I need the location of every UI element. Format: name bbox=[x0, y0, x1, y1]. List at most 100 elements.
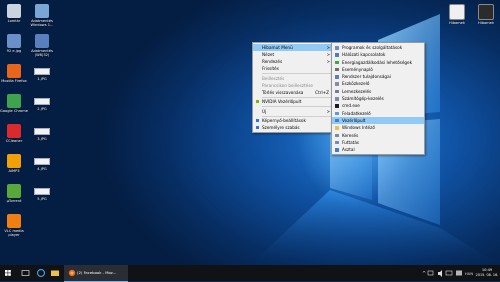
submenu-item-cmd-exe[interactable]: cmd.exe bbox=[332, 102, 424, 109]
desktop-icon-lomtar[interactable]: Lomtár bbox=[0, 4, 28, 23]
task-view-icon bbox=[21, 270, 30, 276]
menu-item-label: Rendszer tulajdonságai bbox=[342, 74, 391, 80]
desktop-icon-4-jpg[interactable]: 4.JPG bbox=[28, 154, 56, 171]
submenu-item-energiagazdalkodasi-lehetosegek[interactable]: Energiagazdálkodási lehetőségek bbox=[332, 59, 424, 66]
desktop-icon-hibamek-1[interactable]: Hibamek bbox=[443, 4, 471, 25]
desktop-icon-aimp3[interactable]: AIMP3 bbox=[0, 154, 28, 173]
submenu-item-eszkozkezelo[interactable]: Eszközkezelő bbox=[332, 80, 424, 87]
menu-item-icon bbox=[335, 60, 339, 65]
app-icon bbox=[35, 34, 49, 48]
menu-item-icon bbox=[335, 148, 339, 152]
menu-item-icon bbox=[335, 89, 339, 94]
submenu-item-kereses[interactable]: Keresés bbox=[332, 132, 424, 139]
jpg-file-icon bbox=[34, 158, 50, 165]
desktop-icon-label: 3.JPG bbox=[37, 137, 47, 141]
desktop-icon-ccleaner[interactable]: CCleaner bbox=[0, 124, 28, 143]
hibamut-submenu: Programok és szolgáltatások Hálózati kapc… bbox=[331, 42, 425, 156]
submenu-item-szamitogep-kezeles[interactable]: Számítógép-kezelés bbox=[332, 95, 424, 102]
desktop-icon-2-jpg[interactable]: 2.JPG bbox=[28, 94, 56, 111]
menu-separator bbox=[262, 106, 331, 107]
desktop-icon-torrent[interactable]: µTorrent bbox=[0, 184, 28, 203]
submenu-item-rendszer-tulajdonsagai[interactable]: Rendszer tulajdonságai bbox=[332, 73, 424, 80]
submenu-item-asztal[interactable]: Asztal bbox=[332, 146, 424, 153]
context-menu-item-frissites[interactable]: Frissítés bbox=[253, 65, 333, 72]
clock[interactable]: 10:49 2015. 08. 16. bbox=[474, 265, 500, 281]
menu-item-icon bbox=[335, 46, 339, 50]
context-menu-item-kepernyo-beallitasok[interactable]: Képernyő-beállítások bbox=[253, 117, 333, 124]
desktop-icon-label: µTorrent bbox=[6, 199, 22, 203]
desktop-icon-vlc-media-player[interactable]: VLC media player bbox=[0, 214, 28, 237]
desktop-icon-3-jpg[interactable]: 3.JPG bbox=[28, 124, 56, 141]
jpg-file-icon bbox=[34, 98, 50, 105]
desktop-icon-label: 92 e.jpg bbox=[6, 49, 22, 53]
menu-item-label: Személyre szabás bbox=[262, 125, 300, 131]
context-menu-item-nezet[interactable]: Nézet > bbox=[253, 51, 333, 58]
context-menu-item-nvidia-vezerlopult[interactable]: NVIDIA Vezérlőpult bbox=[253, 98, 333, 105]
submenu-item-futtatas[interactable]: Futtatás bbox=[332, 139, 424, 146]
submenu-item-vezerlopult[interactable]: Vezérlőpult bbox=[332, 116, 424, 125]
document-icon bbox=[449, 4, 465, 20]
desktop-icon-label: AIMP3 bbox=[8, 169, 20, 173]
menu-item-icon bbox=[335, 97, 339, 101]
wallpaper-floor-light bbox=[250, 190, 500, 265]
desktop-icon-hibamek-2[interactable]: Hibamek bbox=[472, 4, 500, 25]
desktop-icon-label: Hibamek bbox=[449, 21, 465, 25]
menu-item-label: Eseménynapló bbox=[342, 66, 373, 72]
context-menu-item-hibamut-menu[interactable]: Hibamut Menü > bbox=[253, 44, 333, 51]
app-icon bbox=[7, 4, 21, 18]
context-menu-item-rendezes[interactable]: Rendezés > bbox=[253, 58, 333, 65]
submenu-item-feladatkezelo[interactable]: Feladatkezelő bbox=[332, 110, 424, 117]
edge-icon bbox=[36, 268, 46, 278]
app-icon bbox=[7, 214, 21, 228]
taskbar-firefox-window[interactable]: (2) Facebook - Moz... bbox=[64, 265, 128, 282]
context-menu-item-parancsikon-beillesztese[interactable]: Parancsikon beillesztése bbox=[253, 82, 333, 89]
task-view-button[interactable] bbox=[20, 265, 32, 281]
menu-separator bbox=[262, 73, 331, 74]
menu-item-icon bbox=[335, 53, 339, 57]
menu-item-label: Törlés visszavonása bbox=[262, 89, 304, 95]
desktop: Lomtár Adatmentés Windows 1... 92 e.jpg Ada… bbox=[0, 0, 500, 265]
app-icon bbox=[7, 34, 21, 48]
app-icon bbox=[7, 184, 21, 198]
context-menu-item-beillesztes[interactable]: Beillesztés bbox=[253, 75, 333, 82]
chevron-right-icon: > bbox=[326, 45, 330, 50]
menu-item-label: Windows Intéző bbox=[342, 125, 375, 131]
app-icon bbox=[7, 154, 21, 168]
submenu-item-windows-intezo[interactable]: Windows Intéző bbox=[332, 124, 424, 131]
desktop-icon-adatmentes-w8-32[interactable]: Adatmentés (W8)32) bbox=[28, 34, 56, 57]
menu-item-label: Futtatás bbox=[342, 139, 360, 145]
desktop-icon-label: CCleaner bbox=[5, 139, 23, 143]
clock-date: 2015. 08. 16. bbox=[475, 272, 499, 277]
menu-item-label: Rendezés bbox=[262, 59, 283, 64]
menu-item-icon bbox=[335, 75, 339, 79]
desktop-icon-mozilla-firefox[interactable]: Mozilla Firefox bbox=[0, 64, 28, 83]
start-button[interactable] bbox=[0, 265, 16, 281]
submenu-item-esemenynaplo[interactable]: Eseménynapló bbox=[332, 66, 424, 73]
submenu-item-programok-es-szolgaltatasok[interactable]: Programok és szolgáltatások bbox=[332, 44, 424, 51]
desktop-icon-label: 1.JPG bbox=[37, 77, 47, 81]
context-menu-item-torles-visszavonasa[interactable]: Törlés visszavonása Ctrl+Z bbox=[253, 89, 333, 96]
menu-item-label: Parancsikon beillesztése bbox=[262, 82, 313, 88]
jpg-file-icon bbox=[34, 128, 50, 135]
windows-wallpaper bbox=[250, 14, 500, 265]
taskbar-edge[interactable] bbox=[34, 265, 48, 281]
context-menu-item-uj[interactable]: Új > bbox=[253, 108, 333, 115]
desktop-icon-5-jpg[interactable]: 5.JPG bbox=[28, 184, 56, 201]
desktop-icon-label: 2.JPG bbox=[37, 107, 47, 111]
submenu-item-lemezkezeles[interactable]: Lemezkezelés bbox=[332, 88, 424, 95]
desktop-icon-92-e-jpg[interactable]: 92 e.jpg bbox=[0, 34, 28, 53]
windows-logo-icon bbox=[5, 270, 11, 276]
menu-item-icon bbox=[335, 126, 339, 130]
app-icon bbox=[7, 94, 21, 108]
submenu-item-halozati-kapcsolatok[interactable]: Hálózati kapcsolatok bbox=[332, 51, 424, 58]
menu-item-icon bbox=[335, 140, 339, 145]
app-icon bbox=[35, 4, 49, 18]
desktop-icon-1-jpg[interactable]: 1.JPG bbox=[28, 64, 56, 81]
system-tray[interactable]: ^ HUN bbox=[420, 265, 474, 281]
menu-item-icon bbox=[335, 82, 339, 86]
menu-item-label: Számítógép-kezelés bbox=[342, 96, 384, 102]
context-menu-item-szemelyre-szabas[interactable]: Személyre szabás bbox=[253, 124, 333, 131]
desktop-icon-google-chrome[interactable]: Google Chrome bbox=[0, 94, 28, 113]
taskbar-explorer[interactable] bbox=[48, 265, 62, 281]
desktop-icon-adatmentes-windows-1[interactable]: Adatmentés Windows 1... bbox=[28, 4, 56, 27]
